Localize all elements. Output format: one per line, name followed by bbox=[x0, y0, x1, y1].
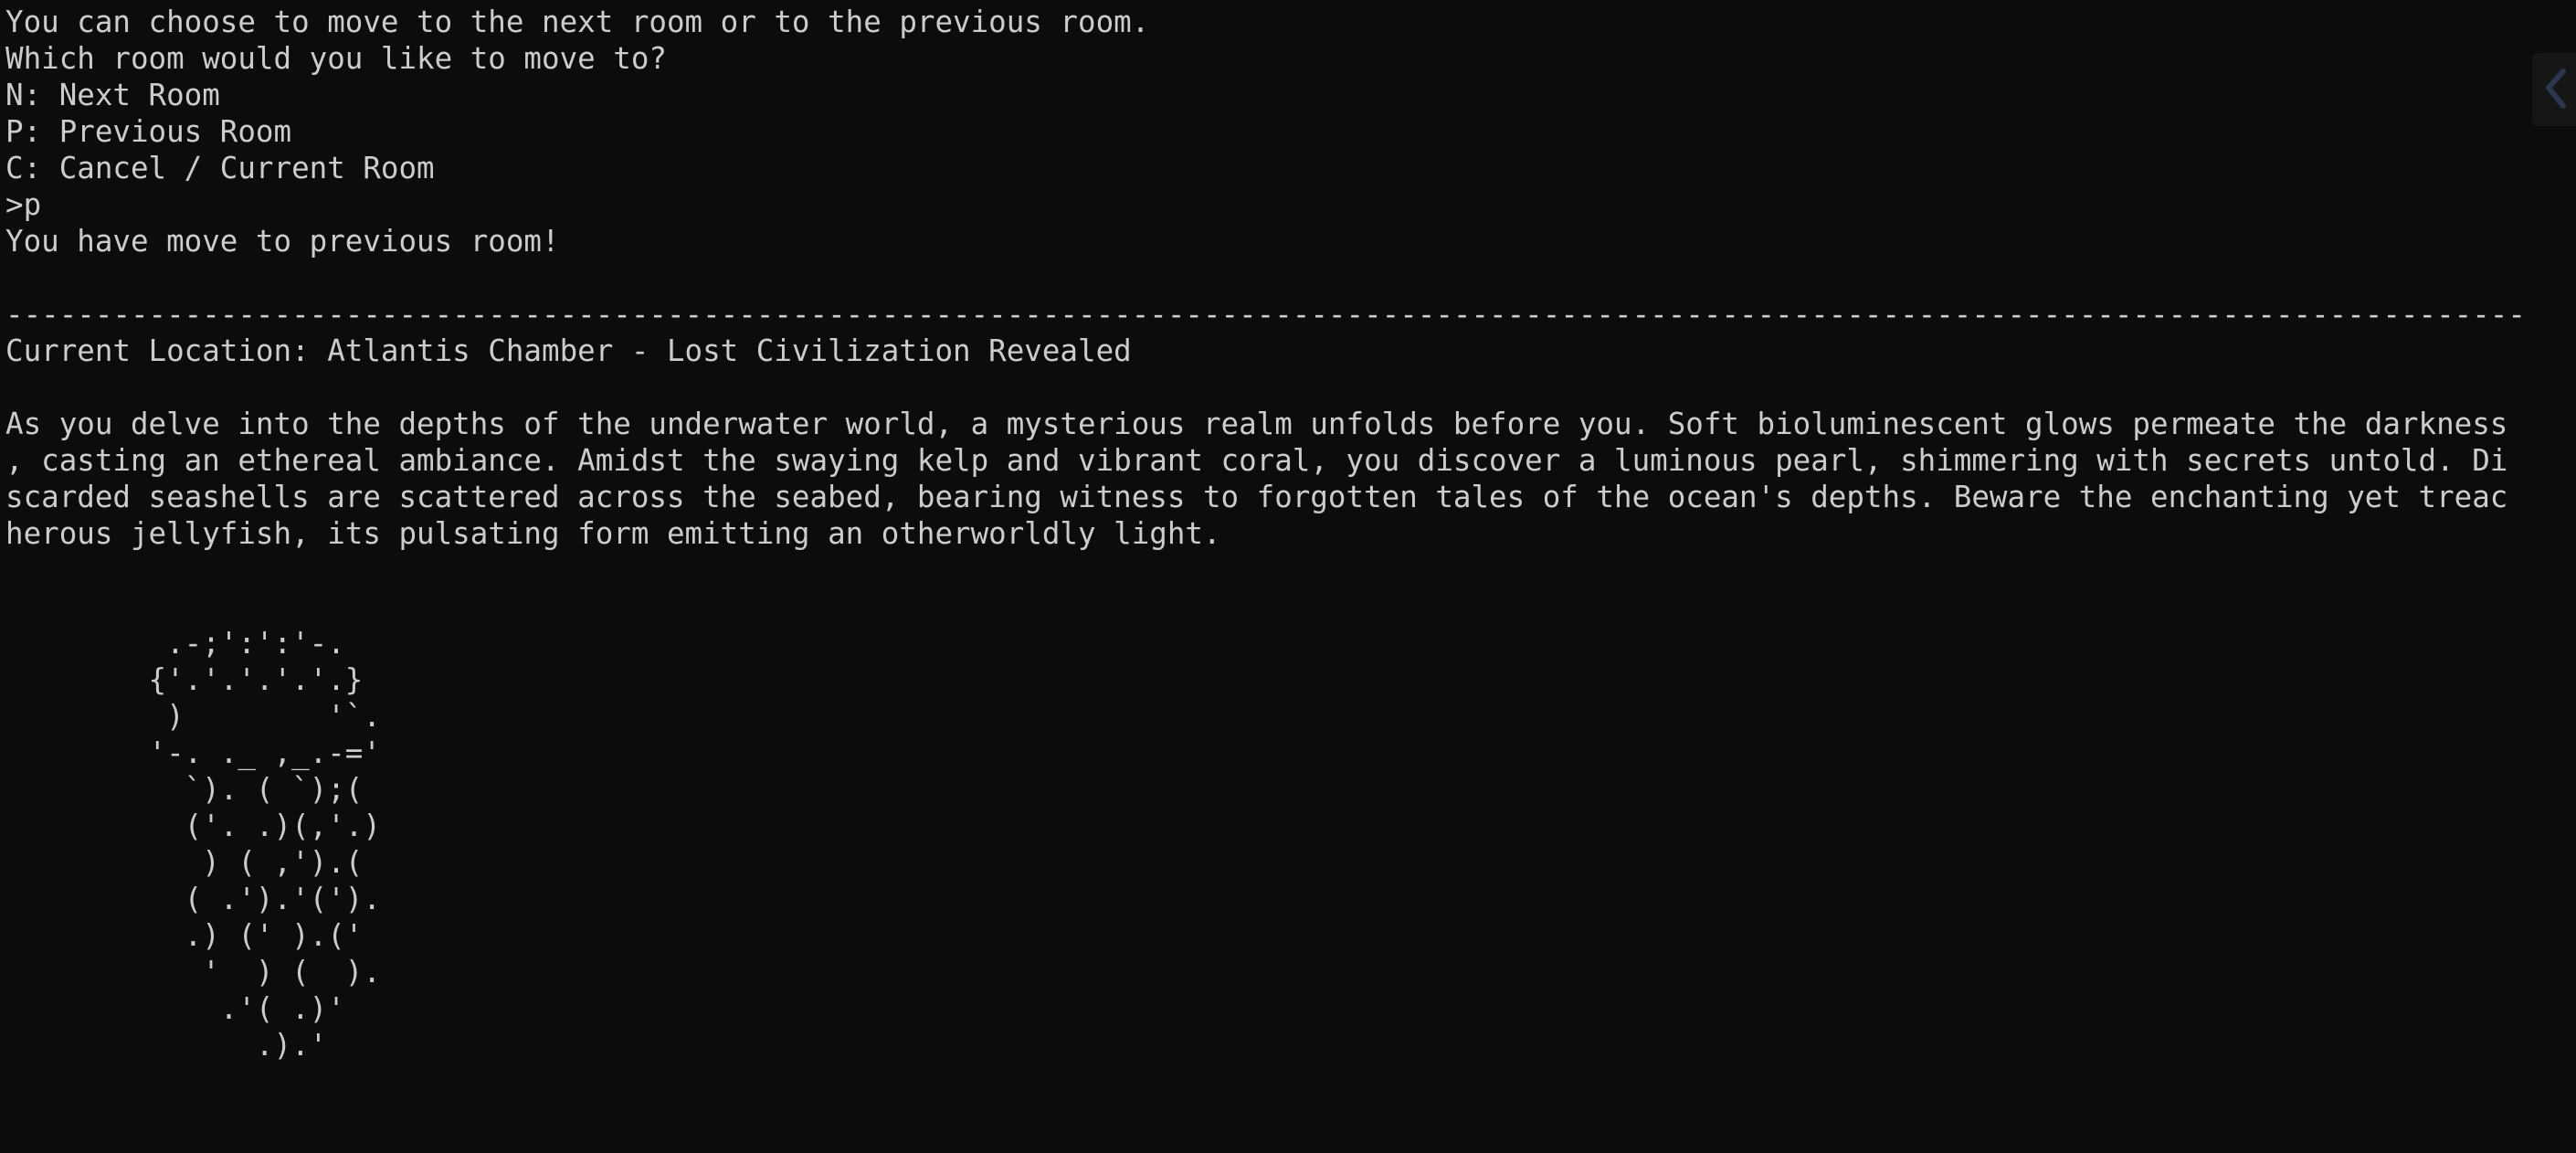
terminal-window[interactable]: You can choose to move to the next room … bbox=[0, 0, 2576, 1153]
separator-line: ----------------------------------------… bbox=[5, 297, 2526, 332]
description-line: herous jellyfish, its pulsating form emi… bbox=[5, 516, 1221, 551]
jellyfish-ascii-art: .-;':':'-. {'.'.'.'.'.} ) '`. '-. ._ ,_.… bbox=[5, 625, 2576, 1063]
prompt-line: P: Previous Room bbox=[5, 114, 292, 149]
description-line: As you delve into the depths of the unde… bbox=[5, 407, 2508, 441]
prompt-line: You have move to previous room! bbox=[5, 224, 560, 259]
ascii-line: `). ( `);( bbox=[5, 772, 364, 807]
prompt-line: Which room would you like to move to? bbox=[5, 41, 667, 76]
ascii-line: .'( .)' bbox=[5, 991, 345, 1026]
description-line: scarded seashells are scattered across t… bbox=[5, 480, 2508, 514]
prompt-output: You can choose to move to the next room … bbox=[5, 4, 2576, 259]
ascii-line: {'.'.'.'.'.} bbox=[5, 662, 364, 697]
prompt-line: N: Next Room bbox=[5, 78, 220, 112]
prompt-line: C: Cancel / Current Room bbox=[5, 151, 435, 185]
prompt-line: You can choose to move to the next room … bbox=[5, 5, 1150, 39]
ascii-line: ) ( ,').( bbox=[5, 845, 364, 880]
location-line: Current Location: Atlantis Chamber - Los… bbox=[5, 333, 1132, 368]
scrollbar-marker-icon bbox=[2546, 69, 2566, 109]
ascii-line: ' ) ( ). bbox=[5, 955, 381, 989]
ascii-line: .-;':':'-. bbox=[5, 626, 345, 661]
ascii-line: .) (' ).(' bbox=[5, 918, 364, 953]
ascii-line: .).' bbox=[5, 1028, 328, 1063]
room-description: As you delve into the depths of the unde… bbox=[5, 406, 2576, 552]
description-line: , casting an ethereal ambiance. Amidst t… bbox=[5, 443, 2508, 478]
ascii-line: ('. .)(,'.) bbox=[5, 809, 381, 843]
ascii-line: ( .').'('). bbox=[5, 882, 381, 916]
ascii-line: ) '`. bbox=[5, 699, 381, 734]
user-input-line: >p bbox=[5, 187, 42, 222]
ascii-line: '-. ._ ,_.-=' bbox=[5, 735, 381, 770]
